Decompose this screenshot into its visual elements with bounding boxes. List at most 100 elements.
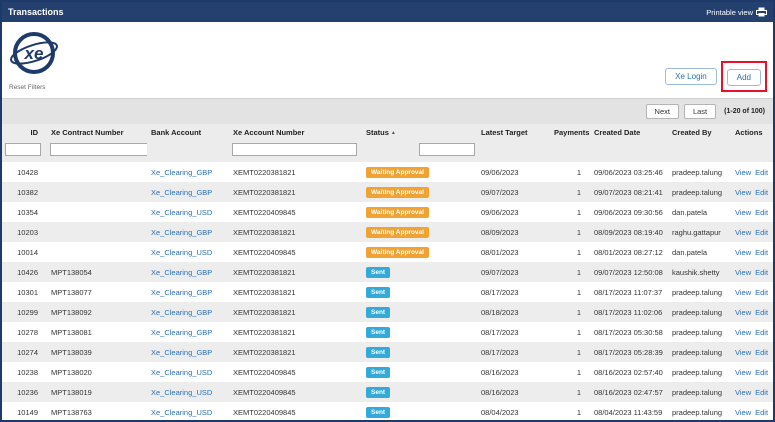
cell-account-number: XEMT0220409845 bbox=[229, 382, 362, 402]
edit-link[interactable]: Edit bbox=[755, 368, 768, 377]
status-badge: Waiting Approval bbox=[366, 187, 429, 198]
cell-created-date: 09/07/2023 12:50:08 bbox=[590, 262, 668, 282]
bank-account-link[interactable]: Xe_Clearing_USD bbox=[147, 202, 229, 222]
printable-view-link[interactable]: Printable view bbox=[706, 7, 767, 17]
bank-account-link[interactable]: Xe_Clearing_GBP bbox=[147, 182, 229, 202]
edit-link[interactable]: Edit bbox=[755, 288, 768, 297]
cell-latest-target: 08/04/2023 bbox=[477, 402, 550, 422]
table-row: 10149 MPT138763 Xe_Clearing_USD XEMT0220… bbox=[2, 402, 773, 422]
bank-account-link[interactable]: Xe_Clearing_GBP bbox=[147, 222, 229, 242]
column-header-latest-target[interactable]: Latest Target bbox=[477, 124, 550, 141]
cell-account-number: XEMT0220409845 bbox=[229, 242, 362, 262]
bank-account-link[interactable]: Xe_Clearing_USD bbox=[147, 242, 229, 262]
view-link[interactable]: View bbox=[735, 188, 751, 197]
cell-id: 10426 bbox=[2, 262, 47, 282]
cell-account-number: XEMT0220381821 bbox=[229, 222, 362, 242]
edit-link[interactable]: Edit bbox=[755, 268, 768, 277]
status-badge: Sent bbox=[366, 387, 390, 398]
transactions-table: ID Xe Contract Number Bank Account Xe Ac… bbox=[2, 124, 773, 422]
last-page-button[interactable]: Last bbox=[684, 104, 716, 119]
bank-account-link[interactable]: Xe_Clearing_GBP bbox=[147, 262, 229, 282]
edit-link[interactable]: Edit bbox=[755, 168, 768, 177]
edit-link[interactable]: Edit bbox=[755, 248, 768, 257]
cell-payments: 1 bbox=[550, 402, 590, 422]
cell-id: 10301 bbox=[2, 282, 47, 302]
bank-account-link[interactable]: Xe_Clearing_GBP bbox=[147, 162, 229, 182]
view-link[interactable]: View bbox=[735, 408, 751, 417]
reset-filters-link[interactable]: Reset Filters bbox=[9, 84, 59, 91]
bank-account-link[interactable]: Xe_Clearing_GBP bbox=[147, 322, 229, 342]
cell-latest-target: 08/16/2023 bbox=[477, 382, 550, 402]
column-header-contract-number[interactable]: Xe Contract Number bbox=[47, 124, 147, 141]
status-badge: Sent bbox=[366, 347, 390, 358]
column-header-status[interactable]: Status▲ bbox=[362, 124, 477, 141]
cell-created-by: dan.patela bbox=[668, 202, 731, 222]
view-link[interactable]: View bbox=[735, 208, 751, 217]
table-row: 10014 Xe_Clearing_USD XEMT0220409845 Wai… bbox=[2, 242, 773, 262]
cell-contract-number bbox=[47, 242, 147, 262]
column-header-payments[interactable]: Payments bbox=[550, 124, 590, 141]
cell-latest-target: 09/07/2023 bbox=[477, 182, 550, 202]
cell-status: Sent bbox=[362, 362, 477, 382]
bank-account-link[interactable]: Xe_Clearing_GBP bbox=[147, 282, 229, 302]
cell-status: Sent bbox=[362, 342, 477, 362]
cell-account-number: XEMT0220381821 bbox=[229, 322, 362, 342]
id-filter-input[interactable] bbox=[5, 143, 41, 156]
bank-account-link[interactable]: Xe_Clearing_GBP bbox=[147, 342, 229, 362]
column-header-created-by[interactable]: Created By bbox=[668, 124, 731, 141]
bank-account-link[interactable]: Xe_Clearing_USD bbox=[147, 382, 229, 402]
bank-account-link[interactable]: Xe_Clearing_GBP bbox=[147, 302, 229, 322]
view-link[interactable]: View bbox=[735, 368, 751, 377]
edit-link[interactable]: Edit bbox=[755, 408, 768, 417]
account-number-filter-input[interactable] bbox=[232, 143, 357, 156]
edit-link[interactable]: Edit bbox=[755, 328, 768, 337]
edit-link[interactable]: Edit bbox=[755, 348, 768, 357]
view-link[interactable]: View bbox=[735, 228, 751, 237]
contract-number-filter-input[interactable] bbox=[50, 143, 147, 156]
column-header-id[interactable]: ID bbox=[2, 124, 47, 141]
cell-contract-number bbox=[47, 182, 147, 202]
table-header-row: ID Xe Contract Number Bank Account Xe Ac… bbox=[2, 124, 773, 141]
next-page-button[interactable]: Next bbox=[646, 104, 679, 119]
cell-actions: View Edit bbox=[731, 362, 773, 382]
view-link[interactable]: View bbox=[735, 268, 751, 277]
status-badge: Sent bbox=[366, 327, 390, 338]
column-header-account-number[interactable]: Xe Account Number bbox=[229, 124, 362, 141]
view-link[interactable]: View bbox=[735, 308, 751, 317]
cell-status: Waiting Approval bbox=[362, 162, 477, 182]
status-header-label: Status bbox=[366, 128, 389, 137]
edit-link[interactable]: Edit bbox=[755, 188, 768, 197]
view-link[interactable]: View bbox=[735, 328, 751, 337]
edit-link[interactable]: Edit bbox=[755, 388, 768, 397]
view-link[interactable]: View bbox=[735, 288, 751, 297]
cell-created-date: 08/16/2023 02:57:40 bbox=[590, 362, 668, 382]
cell-payments: 1 bbox=[550, 342, 590, 362]
status-badge: Sent bbox=[366, 267, 390, 278]
cell-latest-target: 08/17/2023 bbox=[477, 282, 550, 302]
cell-actions: View Edit bbox=[731, 262, 773, 282]
column-header-bank-account[interactable]: Bank Account bbox=[147, 124, 229, 141]
view-link[interactable]: View bbox=[735, 248, 751, 257]
bank-account-link[interactable]: Xe_Clearing_USD bbox=[147, 362, 229, 382]
cell-status: Sent bbox=[362, 302, 477, 322]
add-button[interactable]: Add bbox=[727, 69, 761, 86]
table-row: 10278 MPT138081 Xe_Clearing_GBP XEMT0220… bbox=[2, 322, 773, 342]
cell-id: 10274 bbox=[2, 342, 47, 362]
bank-account-link[interactable]: Xe_Clearing_USD bbox=[147, 402, 229, 422]
cell-payments: 1 bbox=[550, 182, 590, 202]
edit-link[interactable]: Edit bbox=[755, 308, 768, 317]
cell-account-number: XEMT0220381821 bbox=[229, 282, 362, 302]
xe-login-button[interactable]: Xe Login bbox=[665, 68, 717, 85]
status-badge: Sent bbox=[366, 407, 390, 418]
cell-id: 10278 bbox=[2, 322, 47, 342]
column-header-created-date[interactable]: Created Date bbox=[590, 124, 668, 141]
status-filter-input[interactable] bbox=[419, 143, 475, 156]
view-link[interactable]: View bbox=[735, 168, 751, 177]
header-section: xe Reset Filters Xe Login Add bbox=[2, 22, 773, 98]
edit-link[interactable]: Edit bbox=[755, 228, 768, 237]
cell-payments: 1 bbox=[550, 282, 590, 302]
cell-latest-target: 08/18/2023 bbox=[477, 302, 550, 322]
edit-link[interactable]: Edit bbox=[755, 208, 768, 217]
view-link[interactable]: View bbox=[735, 348, 751, 357]
view-link[interactable]: View bbox=[735, 388, 751, 397]
